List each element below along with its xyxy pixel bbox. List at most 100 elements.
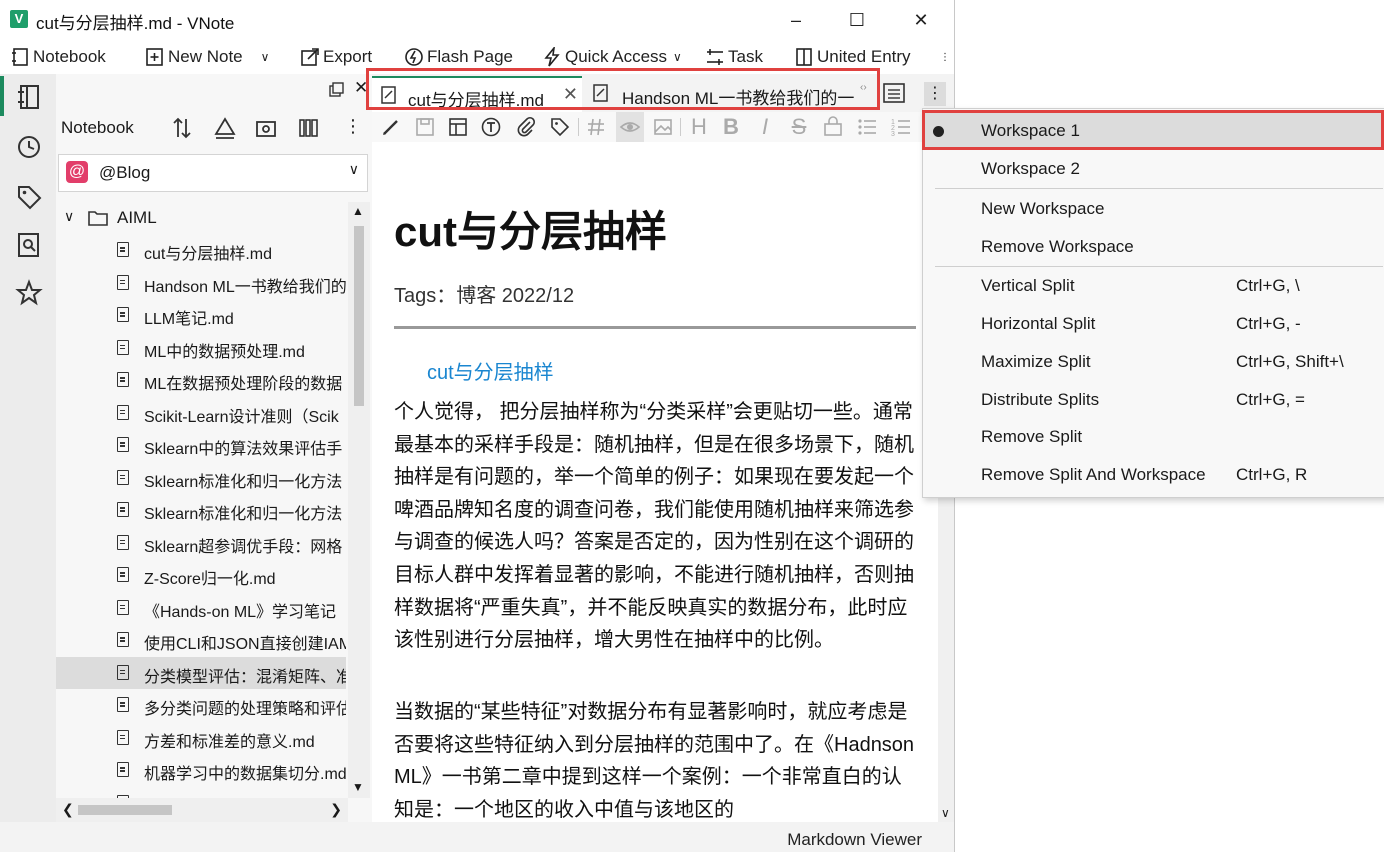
main-toolbar: Notebook New Note ∨ Export Flash Page Qu… [0,40,954,74]
scroll-thumb[interactable] [78,805,172,815]
menu-item-vertical-split[interactable]: Vertical Split Ctrl+G, \ [923,267,1384,303]
scroll-down-icon[interactable]: ▼ [352,780,364,794]
window-title: cut与分层抽样.md - VNote [36,14,235,33]
library-icon[interactable] [297,116,321,140]
tree-file-item[interactable]: 机器学习中的数据集切分.md [56,754,346,787]
close-tab-icon[interactable]: ✕ [563,84,578,105]
chevron-down-icon[interactable]: ∨ [673,50,682,64]
scroll-right-icon[interactable]: ❯ [330,801,342,818]
italic-icon[interactable]: I [754,116,776,138]
close-button[interactable]: ✕ [898,6,944,34]
save-icon[interactable] [414,116,436,138]
strikethrough-icon[interactable]: S [788,116,810,138]
scroll-up-icon[interactable]: ▲ [352,204,364,218]
tree-file-item[interactable]: Sklearn标准化和归一化方法 [56,494,346,527]
code-block-icon[interactable] [822,116,844,138]
history-icon[interactable] [14,132,44,162]
scroll-down-icon[interactable]: ∨ [941,806,950,820]
tree-file-item[interactable]: Scikit-Learn设计准则（Scik [56,397,346,430]
notebook-menu-button[interactable]: Notebook [10,44,106,70]
workspace-menu-button[interactable]: ⋮ [924,82,946,106]
scroll-thumb[interactable] [354,226,364,406]
tab-label: cut与分层抽样.md [408,91,545,110]
search-icon[interactable] [14,230,44,260]
tab-list-icon[interactable] [883,83,905,103]
tree-file-item[interactable]: LLM笔记.md [56,299,346,332]
tab-handson-ml[interactable]: Handson ML一书教给我们的一 [584,76,862,110]
ordered-list-icon[interactable]: 123 [890,116,912,138]
attachment-icon[interactable] [515,116,537,138]
unordered-list-icon[interactable] [856,116,878,138]
tree-view-icon[interactable] [213,116,237,140]
heading-icon[interactable]: H [688,116,710,138]
task-button[interactable]: Task [705,44,763,70]
tree-file-item[interactable]: ML中的数据预处理.md [56,332,346,365]
quick-access-button[interactable]: Quick Access ∨ [542,44,682,70]
menu-item-workspace-1[interactable]: Workspace 1 [923,112,1384,148]
image-icon[interactable] [652,116,674,138]
export-button[interactable]: Export [300,44,372,70]
toolbar-overflow-icon[interactable]: ⋮ [940,44,950,70]
menu-item-maximize-split[interactable]: Maximize Split Ctrl+G, Shift+\ [923,343,1384,379]
tree-file-item[interactable]: Handson ML一书教给我们的 [56,267,346,300]
tree-file-item[interactable]: 《Hands-on ML》学习笔记 [56,592,346,625]
menu-item-remove-workspace[interactable]: Remove Workspace [923,228,1384,264]
markdown-file-icon [381,86,396,104]
task-label: Task [728,47,763,66]
eye-icon[interactable] [619,116,641,138]
file-icon [117,404,129,420]
flash-page-button[interactable]: Flash Page [404,44,513,70]
tree-file-item[interactable]: Sklearn中的算法效果评估手 [56,429,346,462]
text-typewriter-icon[interactable] [480,116,502,138]
tree-file-item[interactable]: ML在数据预处理阶段的数据 [56,364,346,397]
maximize-button[interactable]: ☐ [834,6,880,34]
chevron-down-icon[interactable]: ∨ [261,50,270,64]
menu-item-new-workspace[interactable]: New Workspace [923,190,1384,226]
menu-item-remove-split-and-workspace[interactable]: Remove Split And Workspace Ctrl+G, R [923,456,1384,492]
scroll-left-icon[interactable]: ❮ [62,801,74,818]
notebook-selector[interactable]: @ @Blog ∨ [58,154,368,192]
notebook-explorer-icon[interactable] [14,82,44,112]
float-pane-icon[interactable] [328,82,344,98]
tag-icon[interactable] [549,116,571,138]
tree-file-item[interactable]: 分类模型评估：混淆矩阵、准 [56,656,346,689]
tab-scroll-icon[interactable]: ‹› [860,82,867,93]
menu-item-distribute-splits[interactable]: Distribute Splits Ctrl+G, = [923,381,1384,417]
menu-item-remove-split[interactable]: Remove Split [923,418,1384,454]
sort-icon[interactable] [170,116,194,140]
bold-icon[interactable]: B [720,116,742,138]
tree-file-item[interactable]: 机器学习笔记.md [56,787,346,798]
tree-horizontal-scrollbar[interactable]: ❮ ❯ [56,798,348,822]
tree-file-label: Scikit-Learn设计准则（Scik [144,408,339,426]
file-icon [117,469,129,485]
tree-file-item[interactable]: 使用CLI和JSON直接创建IAM [56,624,346,657]
tree-file-item[interactable]: 多分类问题的处理策略和评估 [56,689,346,722]
tree-vertical-scrollbar[interactable]: ▲ ▼ [348,202,370,798]
toc-link[interactable]: cut与分层抽样 [427,356,554,385]
tree-file-item[interactable]: Sklearn标准化和归一化方法 [56,462,346,495]
tab-cut-sampling[interactable]: cut与分层抽样.md ✕ [372,76,582,112]
tag-icon[interactable] [14,182,44,212]
edit-icon[interactable] [380,116,402,138]
new-note-button[interactable]: New Note ∨ [145,44,269,70]
united-entry-button[interactable]: United Entry [794,44,911,70]
locate-file-icon[interactable] [254,116,278,140]
heading-hash-icon[interactable] [585,116,607,138]
document-paragraph-2: 当数据的“某些特征”对数据分布有显著影响时，就应考虑是否要将这些特征纳入到分层抽… [394,701,915,821]
tree-file-item[interactable]: Sklearn超参调优手段：网格 [56,527,346,560]
new-note-icon [146,48,163,66]
notebook-at-icon: @ [66,161,88,183]
close-pane-icon[interactable]: ✕ [354,78,368,98]
folder-node[interactable]: ∨ AIML [56,202,346,234]
tree-file-item[interactable]: 方差和标准差的意义.md [56,722,346,755]
snippet-icon[interactable] [14,278,44,308]
tree-file-item[interactable]: cut与分层抽样.md [56,234,346,267]
chevron-down-icon: ∨ [348,161,359,177]
minimize-button[interactable]: – [773,6,819,34]
chevron-down-icon[interactable]: ∨ [64,208,74,225]
tree-file-item[interactable]: Z-Score归一化.md [56,559,346,592]
menu-item-workspace-2[interactable]: Workspace 2 [923,150,1384,186]
layout-icon[interactable] [447,116,469,138]
more-options-icon[interactable]: ⋮ [341,116,365,140]
menu-item-horizontal-split[interactable]: Horizontal Split Ctrl+G, - [923,305,1384,341]
